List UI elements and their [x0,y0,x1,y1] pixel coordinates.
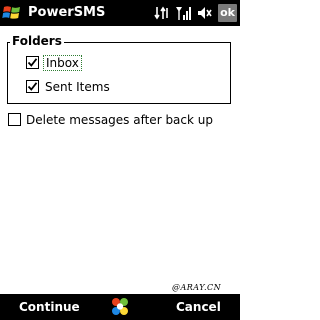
inbox-label-text: Inbox [43,55,82,71]
delete-after-backup-label[interactable]: Delete messages after back up [26,112,213,128]
check-icon [27,82,38,91]
softkey-bar: Continue Cancel [0,294,240,320]
inbox-checkbox[interactable] [26,56,39,69]
app-title: PowerSMS [28,5,106,20]
sent-items-label[interactable]: Sent Items [45,79,110,95]
watermark: @ARAY.CN [172,283,222,292]
inbox-label[interactable]: Inbox [43,55,82,71]
cancel-softkey[interactable]: Cancel [176,300,221,314]
connectivity-icon[interactable] [154,5,170,21]
speaker-icon[interactable] [196,5,212,21]
continue-softkey[interactable]: Continue [19,300,80,314]
folders-group [7,42,231,104]
windows-start-icon[interactable] [2,3,22,23]
title-bar: PowerSMS ok [0,0,240,26]
sent-items-checkbox[interactable] [26,80,39,93]
sip-keyboard-icon[interactable] [110,296,130,318]
delete-after-backup-checkbox[interactable] [8,113,21,126]
folders-group-label: Folders [10,33,64,49]
check-icon [27,58,38,67]
signal-icon[interactable] [175,5,191,21]
ok-button[interactable]: ok [218,4,237,22]
